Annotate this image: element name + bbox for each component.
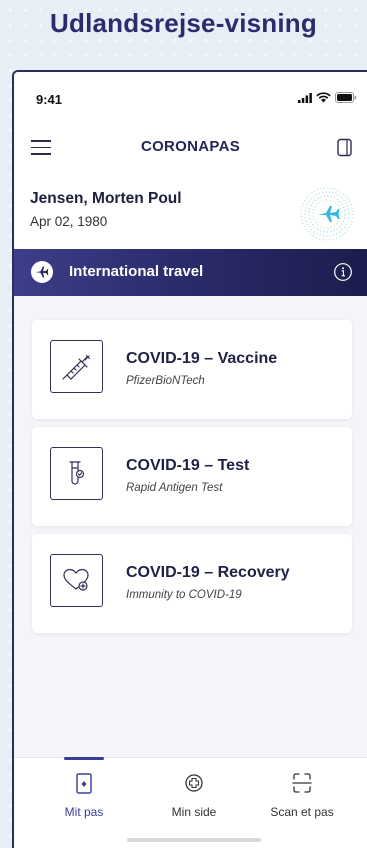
certificate-subtitle: PfizerBioNTech [126, 375, 205, 387]
person-birthdate: Apr 02, 1980 [30, 214, 108, 229]
bottom-tab-bar: Mit pas Min side Scan et pas [14, 757, 367, 848]
certificate-card-recovery[interactable]: COVID-19 – Recovery Immunity to COVID-19 [32, 534, 352, 633]
page-caption: Udlandsrejse-visning [50, 8, 317, 38]
wifi-icon [316, 92, 331, 103]
status-time: 9:41 [36, 92, 63, 107]
certificate-subtitle: Rapid Antigen Test [126, 482, 223, 494]
status-icons [298, 92, 357, 103]
heart-plus-icon [50, 554, 103, 607]
tab-label: Scan et pas [270, 805, 334, 819]
banner-title: International travel [69, 263, 204, 280]
plane-icon [31, 261, 53, 283]
book-icon[interactable] [336, 138, 354, 158]
test-tube-icon [50, 447, 103, 500]
info-icon[interactable] [333, 262, 353, 282]
tab-mit-pas[interactable]: Mit pas [44, 757, 124, 830]
travel-seal-icon [300, 187, 354, 241]
home-indicator [127, 838, 261, 842]
tab-min-side[interactable]: Min side [154, 758, 234, 830]
person-name: Jensen, Morten Poul [30, 190, 182, 207]
battery-icon [335, 92, 357, 103]
tab-label: Min side [171, 805, 217, 819]
certificate-card-test[interactable]: COVID-19 – Test Rapid Antigen Test [32, 427, 352, 526]
app-title: CORONAPAS [140, 138, 241, 155]
certificate-title: COVID-19 – Vaccine [126, 350, 278, 367]
status-bar: 9:41 [14, 72, 367, 116]
plus-circle-icon [185, 774, 203, 792]
active-tab-indicator [64, 757, 104, 760]
certificate-title: COVID-19 – Recovery [126, 564, 290, 581]
certificate-subtitle: Immunity to COVID-19 [126, 589, 242, 601]
signal-icon [298, 92, 312, 103]
certificate-title: COVID-19 – Test [126, 457, 250, 474]
international-travel-banner: International travel [14, 249, 367, 296]
syringe-icon [50, 340, 103, 393]
certificate-card-vaccine[interactable]: COVID-19 – Vaccine PfizerBioNTech [32, 320, 352, 419]
app-header: CORONAPAS [14, 116, 367, 176]
passport-icon [76, 773, 92, 794]
tab-label: Mit pas [64, 805, 104, 819]
person-info: Jensen, Morten Poul Apr 02, 1980 [14, 176, 367, 250]
tab-scan-et-pas[interactable]: Scan et pas [262, 758, 342, 830]
phone-screen: 9:41 CORONAPAS Jensen, Morten Poul Apr 0… [12, 70, 367, 848]
scan-icon [292, 773, 312, 793]
